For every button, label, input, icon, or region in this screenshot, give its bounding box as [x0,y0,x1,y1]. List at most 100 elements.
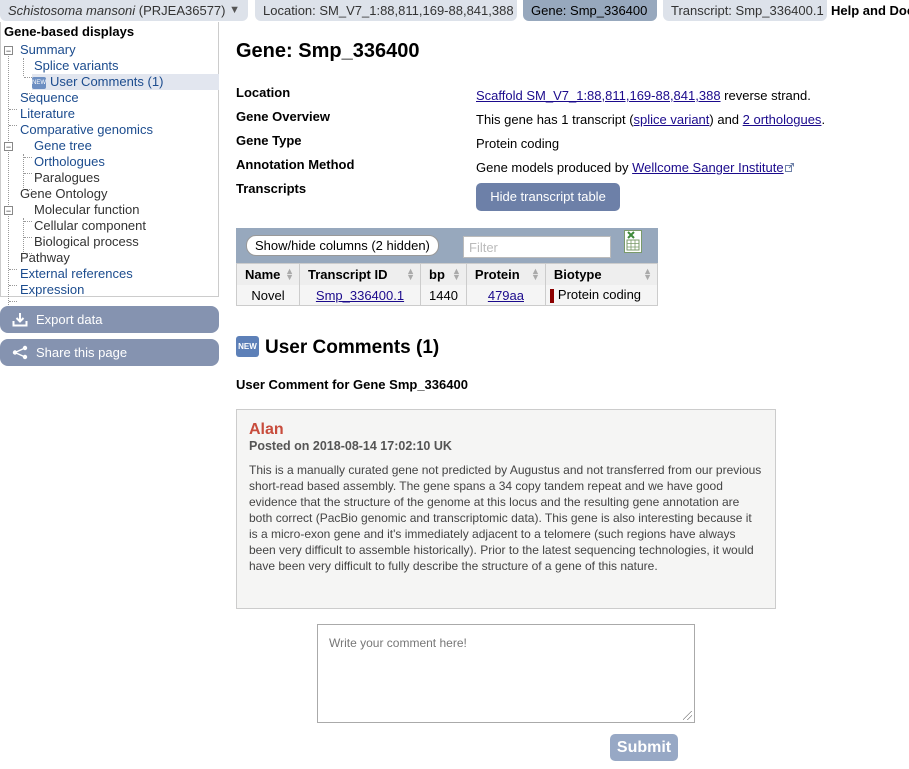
sort-icon[interactable]: ▲ ▼ [643,267,652,282]
tab-location[interactable]: Location: SM_V7_1:88,811,169-88,841,388 [255,0,517,21]
user-comment-subtitle: User Comment for Gene Smp_336400 [236,377,468,392]
comment-body: This is a manually curated gene not pred… [249,463,762,573]
orthologues-link[interactable]: 2 orthologues [743,112,822,127]
gene-type-label: Gene Type [236,133,302,148]
collapse-toggle-icon[interactable]: − [4,206,13,216]
export-spreadsheet-icon[interactable] [624,230,642,253]
column-header-biotype[interactable]: Biotype ▲ ▼ [545,263,659,285]
table-row: Novel Smp_336400.1 1440 479aa Protein co… [236,285,659,306]
tab-help[interactable]: Help and Doc [827,0,909,21]
dropdown-arrow-icon[interactable]: ▼ [229,0,240,21]
sidebar-item-biological-process: Biological process [34,234,139,249]
column-header-bp[interactable]: bp ▲ ▼ [420,263,467,285]
download-icon [12,313,28,327]
tree-line [9,269,17,270]
table-toolbar: Show/hide columns (2 hidden) Filter [236,228,658,263]
sort-icon[interactable]: ▲ ▼ [452,267,461,282]
splice-variant-link[interactable]: splice variant [634,112,710,127]
annotation-method-value: Gene models produced by Wellcome Sanger … [476,160,794,175]
species-name: Schistosoma mansoni [8,3,136,18]
tree-line [24,77,32,78]
sort-icon[interactable]: ▲ ▼ [531,267,540,282]
gene-type-value: Protein coding [476,136,560,151]
transcript-id-link[interactable]: Smp_336400.1 [316,288,404,303]
cell-biotype: Protein coding [545,285,659,306]
filter-input[interactable]: Filter [463,236,611,258]
location-link[interactable]: Scaffold SM_V7_1:88,811,169-88,841,388 [476,88,721,103]
collapse-toggle-icon[interactable]: − [4,46,13,56]
sidebar-item-comparative-genomics[interactable]: Comparative genomics [20,122,153,138]
transcript-table: Name ▲ ▼ Transcript ID ▲ ▼ bp ▲ ▼ Protein ▲ ▼ Bi… [236,263,659,306]
page-title: Gene: Smp_336400 [236,40,420,62]
tree-line [23,218,24,252]
sidebar-item-expression[interactable]: Expression [20,282,84,298]
biotype-label: Protein coding [557,287,642,303]
tree-line [24,157,32,158]
cell-protein: 479aa [466,285,546,306]
tree-line [23,154,24,188]
user-comments-heading: NEW User Comments (1) [236,336,439,360]
sidebar-item-sequence[interactable]: Sequence [20,90,79,106]
species-assembly: (PRJEA36577) [135,3,226,18]
tab-gene[interactable]: Gene: Smp_336400 [523,0,657,21]
column-header-transcript-id[interactable]: Transcript ID ▲ ▼ [299,263,421,285]
table-header-row: Name ▲ ▼ Transcript ID ▲ ▼ bp ▲ ▼ Protein ▲ ▼ Bi… [236,263,659,285]
sidebar-item-summary[interactable]: Summary [20,42,76,58]
tree-line [23,58,24,76]
comment-placeholder: Write your comment here! [329,636,467,650]
sidebar-item-label: User Comments (1) [50,74,164,89]
sort-icon[interactable]: ▲ ▼ [406,267,415,282]
external-link-icon [784,163,794,172]
tree-line [8,51,9,317]
resize-grip-icon[interactable] [683,711,692,720]
location-suffix: reverse strand. [720,88,811,103]
transcripts-label: Transcripts [236,181,307,196]
sidebar-item-gene-ontology[interactable]: Gene Ontology [20,186,107,202]
user-comments-title: User Comments (1) [265,337,440,358]
tree-line [9,109,17,110]
comment-author: Alan [249,421,284,438]
sidebar-item-external-references[interactable]: External references [20,266,133,282]
sort-icon[interactable]: ▲ ▼ [285,267,294,282]
tree-line [24,221,32,222]
sidebar-item-pathway: Pathway [20,250,70,265]
new-icon: NEW [236,336,259,357]
sidebar-item-molecular-function: Molecular function [34,202,140,217]
sidebar-title: Gene-based displays [4,24,135,39]
column-header-protein[interactable]: Protein ▲ ▼ [466,263,546,285]
sidebar-item-gene-tree[interactable]: Gene tree [34,138,92,154]
biotype-color-swatch [549,288,554,303]
gene-overview-label: Gene Overview [236,109,330,124]
sidebar-item-orthologues[interactable]: Orthologues [34,154,105,170]
comment-card: Alan Posted on 2018-08-14 17:02:10 UK Th… [236,409,776,609]
protein-link[interactable]: 479aa [488,288,524,303]
annotation-text: Gene models produced by [476,160,633,175]
collapse-toggle-icon[interactable]: − [4,142,13,152]
export-data-label: Export data [36,312,103,327]
tree-line [9,125,17,126]
export-data-button[interactable]: Export data [0,306,219,333]
sidebar: Gene-based displays − − − Summary Splice… [0,22,219,317]
hide-transcript-table-button[interactable]: Hide transcript table [476,183,620,211]
sidebar-item-literature[interactable]: Literature [20,106,75,122]
share-page-button[interactable]: Share this page [0,339,219,366]
comment-textarea[interactable]: Write your comment here! [317,624,695,723]
tree-line [24,237,32,238]
overview-text: This gene has 1 transcript ( [476,112,634,127]
submit-button[interactable]: Submit [610,734,678,761]
show-hide-columns-button[interactable]: Show/hide columns (2 hidden) [246,235,439,256]
annotation-method-label: Annotation Method [236,157,355,172]
cell-name: Novel [236,285,300,306]
location-value: Scaffold SM_V7_1:88,811,169-88,841,388 r… [476,88,811,103]
cell-transcript-id: Smp_336400.1 [299,285,421,306]
sanger-link[interactable]: Wellcome Sanger Institute [632,160,784,175]
comment-date: Posted on 2018-08-14 17:02:10 UK [249,439,452,453]
new-icon: NEW [32,76,46,89]
sidebar-item-splice-variants[interactable]: Splice variants [34,58,119,74]
sidebar-item-user-comments[interactable]: NEW User Comments (1) [32,74,219,90]
column-header-name[interactable]: Name ▲ ▼ [236,263,300,285]
tab-species[interactable]: Schistosoma mansoni (PRJEA36577) ▼ [0,0,248,21]
overview-text: . [821,112,826,127]
tree-line [9,301,17,302]
tab-transcript[interactable]: Transcript: Smp_336400.1 [663,0,827,21]
